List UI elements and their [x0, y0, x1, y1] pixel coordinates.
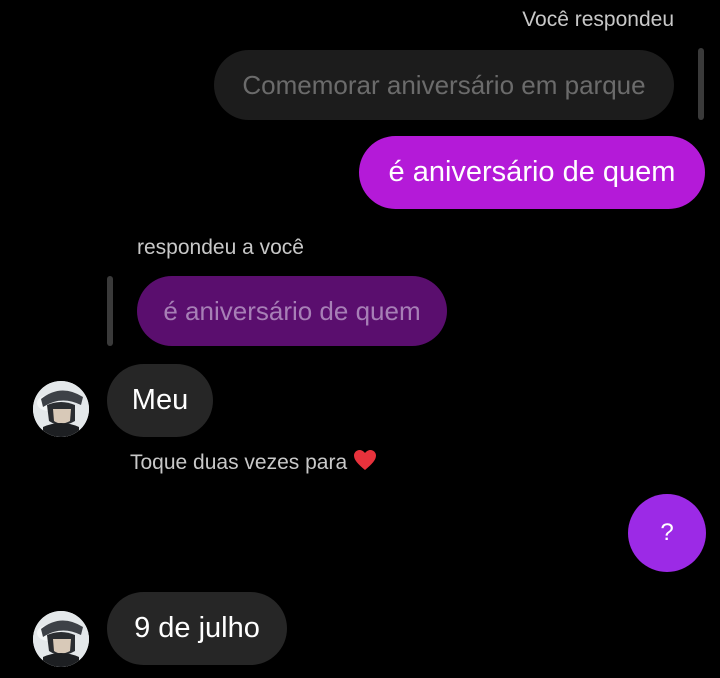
contact-avatar[interactable] [33, 381, 89, 437]
received-message-bubble[interactable]: 9 de julho [107, 592, 287, 665]
avatar-illustration [33, 381, 89, 437]
sent-question-bubble[interactable]: ? [628, 494, 706, 572]
double-tap-hint-text: Toque duas vezes para [130, 451, 348, 474]
received-reply-quote[interactable]: é aniversário de quem [137, 276, 447, 346]
heart-icon [353, 449, 377, 477]
sent-message-bubble[interactable]: é aniversário de quem [359, 136, 705, 209]
double-tap-hint: Toque duas vezes para [130, 449, 377, 477]
sent-reply-quote[interactable]: Comemorar aniversário em parque [214, 50, 674, 120]
received-reply-indicator-bar [107, 276, 113, 346]
sent-reply-label: Você respondeu [522, 8, 674, 31]
received-reply-label: respondeu a você [137, 236, 304, 259]
avatar-illustration [33, 611, 89, 667]
contact-avatar[interactable] [33, 611, 89, 667]
reply-indicator-bar [698, 48, 704, 120]
received-message-bubble[interactable]: Meu [107, 364, 213, 437]
